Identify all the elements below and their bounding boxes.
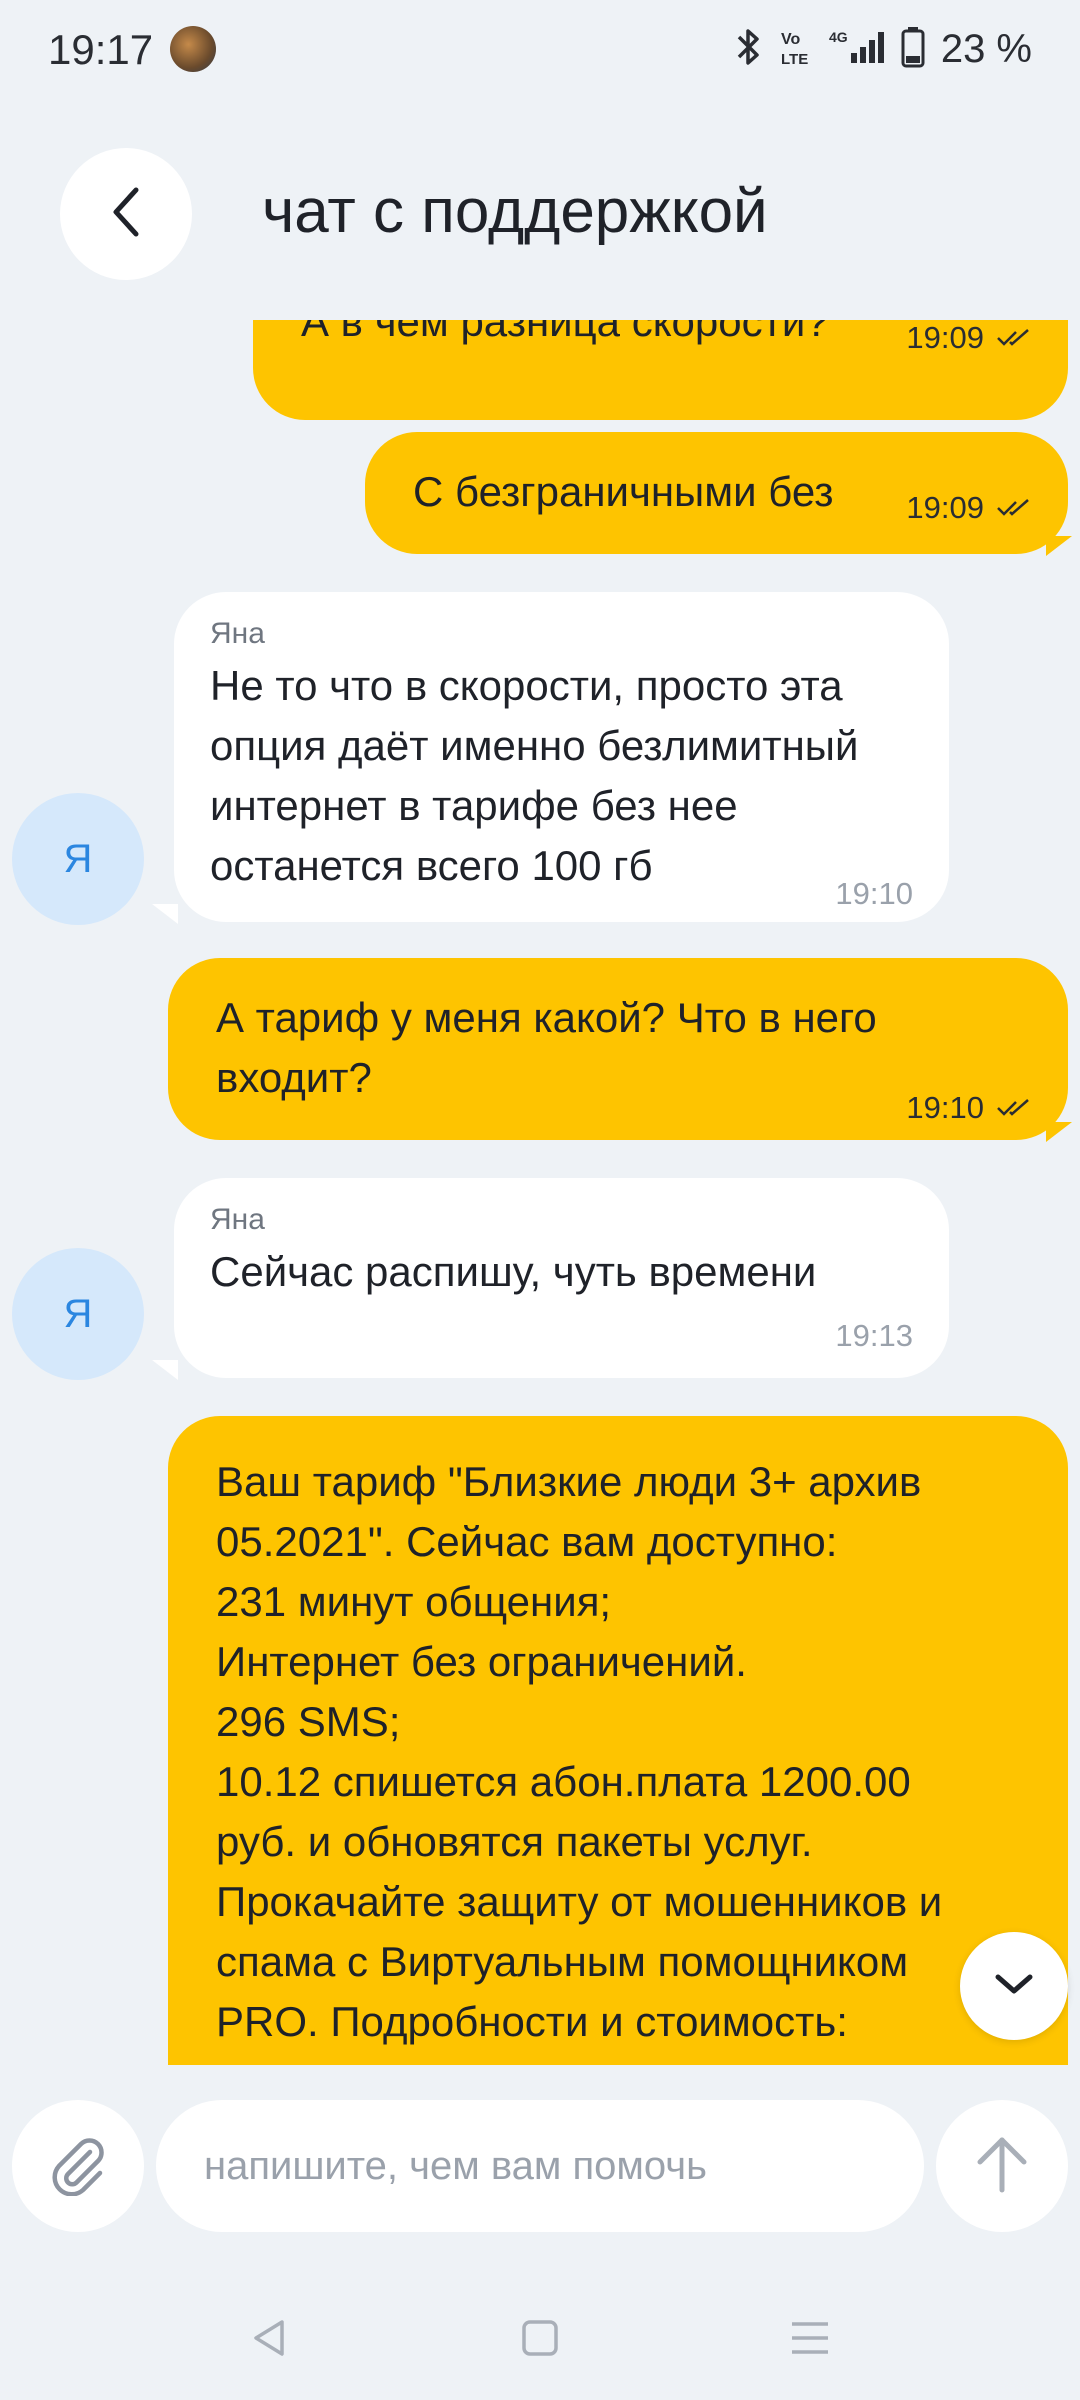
avatar: Я [12,1248,144,1380]
message-text: Сейчас распишу, чуть времени [210,1248,817,1295]
double-check-icon [996,320,1032,368]
message-line: 05.2021". Сейчас вам доступно: [216,1518,838,1565]
nav-home-button[interactable] [510,2310,570,2370]
message-line: 296 SMS; [216,1698,401,1745]
message-line: 231 минут общения; [216,1578,612,1625]
message-outgoing[interactable]: А тариф у меня какой? Что в него входит?… [168,958,1068,1140]
bubble-tail [152,1360,178,1380]
chat-messages[interactable]: А в чем разница скорости? 19:09 С безгра… [0,320,1080,2065]
battery-percent: 23 % [940,26,1032,71]
message-line: Прокачайте защиту от мошенников и [216,1878,943,1925]
message-text: А в чем разница скорости? [301,320,829,345]
message-outgoing[interactable]: С безграничными без 19:09 [365,432,1068,554]
message-meta: 19:09 [906,320,1032,368]
signal-icon: 4G [829,27,885,72]
message-sender: Яна [210,617,265,650]
message-line: PRO. Подробности и стоимость: [216,1998,848,2045]
status-time: 19:17 [48,26,154,73]
message-line: Интернет без ограничений. [216,1638,747,1685]
triangle-back-icon [248,2316,292,2365]
menu-icon [788,2316,832,2365]
square-home-icon [518,2316,562,2365]
avatar-icon [170,26,216,72]
status-bar: 19:17 Vo LTE 4G 23 % [0,0,1080,100]
message-outgoing[interactable]: Ваш тариф "Близкие люди 3+ архив 05.2021… [168,1416,1068,2065]
message-sender: Яна [210,1203,265,1236]
avatar: Я [12,793,144,925]
message-meta: 19:09 [906,478,1032,538]
nav-back-button[interactable] [240,2310,300,2370]
bubble-tail [1046,1122,1072,1142]
message-incoming[interactable]: Яна Не то что в скорости, просто эта опц… [174,592,949,922]
message-line: спама с Виртуальным помощником [216,1938,909,1985]
page-title: чат с поддержкой [262,177,768,246]
double-check-icon [996,478,1032,538]
attach-button[interactable] [12,2100,144,2232]
battery-icon [901,26,925,73]
message-line: 10.12 спишется абон.плата 1200.00 [216,1758,911,1805]
message-text: Ваш тариф "Близкие люди 3+ архив 05.2021… [216,1452,1036,2052]
svg-text:4G: 4G [829,29,848,45]
send-button[interactable] [936,2100,1068,2232]
message-time: 19:13 [835,1318,913,1353]
svg-text:LTE: LTE [781,51,808,67]
message-time: 19:10 [835,876,913,911]
message-input[interactable] [156,2100,924,2232]
message-time: 19:09 [906,490,984,525]
chevron-left-icon [106,182,146,247]
message-line: руб. и обновятся пакеты услуг. [216,1818,813,1865]
message-incoming[interactable]: Яна Сейчас распишу, чуть времени 19:13 [174,1178,949,1378]
message-text: А тариф у меня какой? Что в него входит? [216,994,877,1101]
message-line: Ваш тариф "Близкие люди 3+ архив [216,1458,922,1505]
paperclip-icon [46,2132,110,2201]
system-nav-bar [0,2280,1080,2400]
arrow-up-icon [972,2132,1032,2201]
bubble-tail [152,904,178,924]
message-outgoing[interactable]: А в чем разница скорости? 19:09 [253,320,1068,420]
message-meta: 19:10 [906,1078,1032,1138]
scroll-down-button[interactable] [960,1932,1068,2040]
chevron-down-icon [992,1969,1036,2004]
message-time: 19:10 [906,1090,984,1125]
bubble-tail [1046,536,1072,556]
volte-icon: Vo LTE [779,27,813,72]
back-button[interactable] [60,148,192,280]
double-check-icon [996,1078,1032,1138]
message-text: Не то что в скорости, просто эта опция д… [210,662,859,889]
svg-text:Vo: Vo [781,31,800,48]
message-time: 19:09 [906,320,984,355]
nav-menu-button[interactable] [780,2310,840,2370]
message-text: С безграничными без [413,468,834,515]
bluetooth-icon [733,27,763,72]
status-icons: Vo LTE 4G 23 % [733,24,1032,74]
